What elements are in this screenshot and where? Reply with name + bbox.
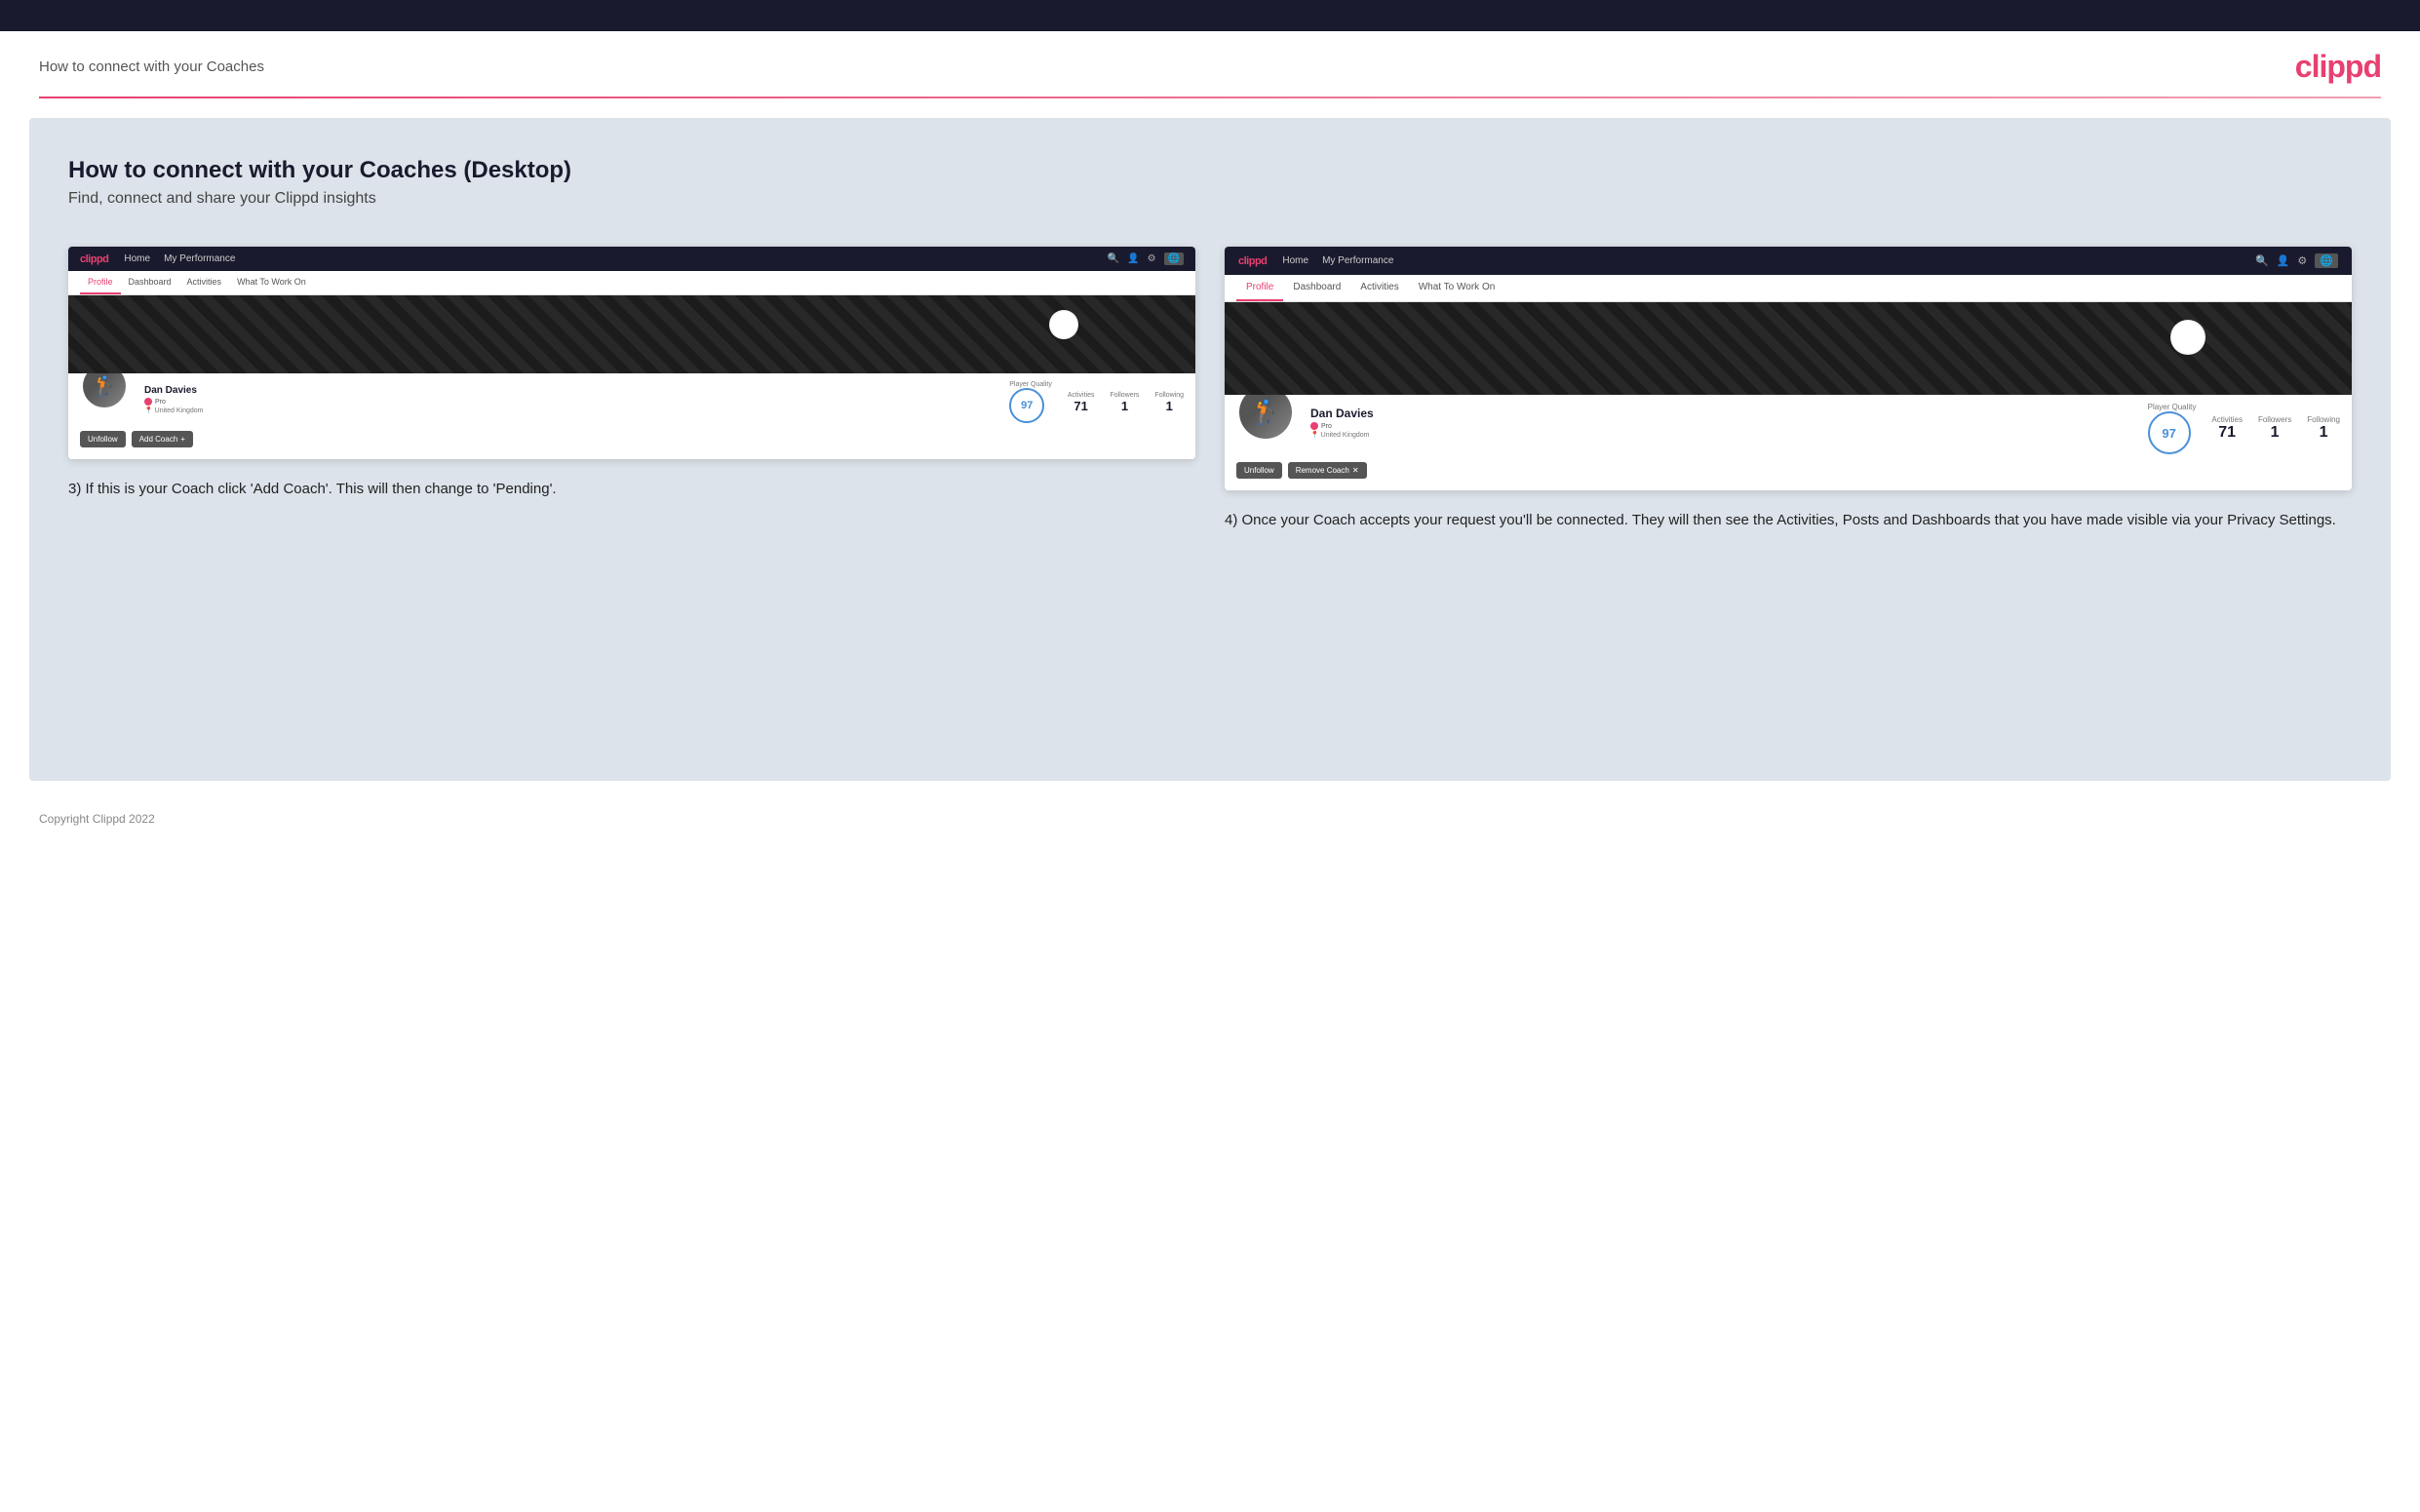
divider xyxy=(39,97,2381,98)
profile-buttons-left: Unfollow Add Coach + xyxy=(80,431,1184,447)
stat-followers-right: Followers 1 xyxy=(2258,415,2291,442)
nav-link-home-left[interactable]: Home xyxy=(124,253,150,264)
screenshot-left: clippd Home My Performance 🔍 👤 ⚙ 🌐 Profi… xyxy=(68,247,1195,532)
stat-quality-right: Player Quality 97 xyxy=(2148,403,2197,454)
badge-dot-left xyxy=(144,398,152,406)
stat-activities-left: Activities 71 xyxy=(1068,392,1095,413)
quality-circle-left: 97 xyxy=(1009,388,1044,423)
profile-buttons-right: Unfollow Remove Coach ✕ xyxy=(1236,462,2340,479)
tab-activities-right[interactable]: Activities xyxy=(1350,275,1408,301)
footer-text: Copyright Clippd 2022 xyxy=(39,812,155,826)
caption-right: 4) Once your Coach accepts your request … xyxy=(1225,510,2352,532)
app-nav-icons-right: 🔍 👤 ⚙ 🌐 xyxy=(2255,253,2338,268)
unfollow-button-right[interactable]: Unfollow xyxy=(1236,462,1282,479)
app-logo-right: clippd xyxy=(1238,255,1267,267)
profile-location-left: 📍 United Kingdom xyxy=(144,407,994,414)
tab-what-to-work-on-right[interactable]: What To Work On xyxy=(1409,275,1505,301)
page-heading: How to connect with your Coaches (Deskto… xyxy=(68,157,2352,184)
user-icon-left[interactable]: 👤 xyxy=(1127,253,1139,264)
tab-dashboard-right[interactable]: Dashboard xyxy=(1283,275,1350,301)
app-profile-section-right: 🏌 Dan Davies Pro 📍 United Kingdom xyxy=(1225,395,2352,490)
screenshot-box-left: clippd Home My Performance 🔍 👤 ⚙ 🌐 Profi… xyxy=(68,247,1195,459)
profile-badge-right: Pro xyxy=(1310,422,2132,430)
badge-text-left: Pro xyxy=(155,399,166,406)
hero-circle-left xyxy=(1049,310,1078,339)
profile-stats-right: Player Quality 97 Activities 71 Follower… xyxy=(2148,403,2340,454)
search-icon-right[interactable]: 🔍 xyxy=(2255,254,2269,267)
main-content: How to connect with your Coaches (Deskto… xyxy=(29,118,2391,781)
screenshots-row: clippd Home My Performance 🔍 👤 ⚙ 🌐 Profi… xyxy=(68,247,2352,532)
profile-info-left: Dan Davies Pro 📍 United Kingdom xyxy=(144,381,994,414)
app-tabs-right: Profile Dashboard Activities What To Wor… xyxy=(1225,275,2352,302)
tab-dashboard-left[interactable]: Dashboard xyxy=(121,271,179,294)
profile-name-left: Dan Davies xyxy=(144,385,994,396)
x-icon-right: ✕ xyxy=(1352,466,1359,475)
stat-activities-right: Activities 71 xyxy=(2211,415,2243,442)
stat-following-left: Following 1 xyxy=(1154,392,1184,413)
app-nav-links-right: Home My Performance xyxy=(1282,255,2240,266)
plus-icon-left: + xyxy=(180,435,185,444)
app-logo-left: clippd xyxy=(80,253,108,265)
screenshot-right: clippd Home My Performance 🔍 👤 ⚙ 🌐 Profi… xyxy=(1225,247,2352,532)
nav-link-performance-right[interactable]: My Performance xyxy=(1322,255,1393,266)
stat-quality-left: Player Quality 97 xyxy=(1009,381,1052,423)
profile-badge-left: Pro xyxy=(144,398,994,406)
app-nav-icons-left: 🔍 👤 ⚙ 🌐 xyxy=(1108,252,1184,265)
page-subheading: Find, connect and share your Clippd insi… xyxy=(68,190,2352,208)
footer: Copyright Clippd 2022 xyxy=(0,800,2420,837)
app-tabs-left: Profile Dashboard Activities What To Wor… xyxy=(68,271,1195,295)
header: How to connect with your Coaches clippd xyxy=(0,31,2420,97)
profile-stats-left: Player Quality 97 Activities 71 Follower… xyxy=(1009,381,1184,423)
settings-icon-left[interactable]: ⚙ xyxy=(1148,253,1156,264)
remove-coach-button-right[interactable]: Remove Coach ✕ xyxy=(1288,462,1367,479)
app-hero-left xyxy=(68,295,1195,373)
user-icon-right[interactable]: 👤 xyxy=(2277,254,2290,267)
stat-following-right: Following 1 xyxy=(2307,415,2340,442)
nav-link-home-right[interactable]: Home xyxy=(1282,255,1308,266)
profile-row-right: 🏌 Dan Davies Pro 📍 United Kingdom xyxy=(1236,403,2340,454)
profile-row-left: 🏌 Dan Davies Pro 📍 United Kingdom xyxy=(80,381,1184,423)
add-coach-button-left[interactable]: Add Coach + xyxy=(132,431,193,447)
profile-name-right: Dan Davies xyxy=(1310,407,2132,420)
screenshot-box-right: clippd Home My Performance 🔍 👤 ⚙ 🌐 Profi… xyxy=(1225,247,2352,490)
quality-circle-right: 97 xyxy=(2148,411,2191,454)
app-nav-links-left: Home My Performance xyxy=(124,253,1091,264)
tab-profile-right[interactable]: Profile xyxy=(1236,275,1283,301)
app-navbar-left: clippd Home My Performance 🔍 👤 ⚙ 🌐 xyxy=(68,247,1195,271)
settings-icon-right[interactable]: ⚙ xyxy=(2297,254,2307,267)
stat-followers-left: Followers 1 xyxy=(1110,392,1139,413)
app-navbar-right: clippd Home My Performance 🔍 👤 ⚙ 🌐 xyxy=(1225,247,2352,275)
unfollow-button-left[interactable]: Unfollow xyxy=(80,431,126,447)
tab-activities-left[interactable]: Activities xyxy=(179,271,230,294)
tab-what-to-work-on-left[interactable]: What To Work On xyxy=(229,271,314,294)
profile-location-right: 📍 United Kingdom xyxy=(1310,431,2132,439)
badge-dot-right xyxy=(1310,422,1318,430)
nav-link-performance-left[interactable]: My Performance xyxy=(164,253,235,264)
top-bar xyxy=(0,0,2420,31)
header-title: How to connect with your Coaches xyxy=(39,58,264,75)
app-hero-right xyxy=(1225,302,2352,395)
globe-icon-right[interactable]: 🌐 xyxy=(2315,253,2338,268)
search-icon-left[interactable]: 🔍 xyxy=(1108,253,1119,264)
hero-circle-right xyxy=(2170,320,2205,355)
logo: clippd xyxy=(2295,49,2381,85)
caption-left: 3) If this is your Coach click 'Add Coac… xyxy=(68,479,1195,501)
app-profile-section-left: 🏌 Dan Davies Pro 📍 United Kingdom xyxy=(68,373,1195,459)
tab-profile-left[interactable]: Profile xyxy=(80,271,121,294)
profile-info-right: Dan Davies Pro 📍 United Kingdom xyxy=(1310,403,2132,439)
badge-text-right: Pro xyxy=(1321,423,1332,430)
globe-icon-left[interactable]: 🌐 xyxy=(1164,252,1184,265)
